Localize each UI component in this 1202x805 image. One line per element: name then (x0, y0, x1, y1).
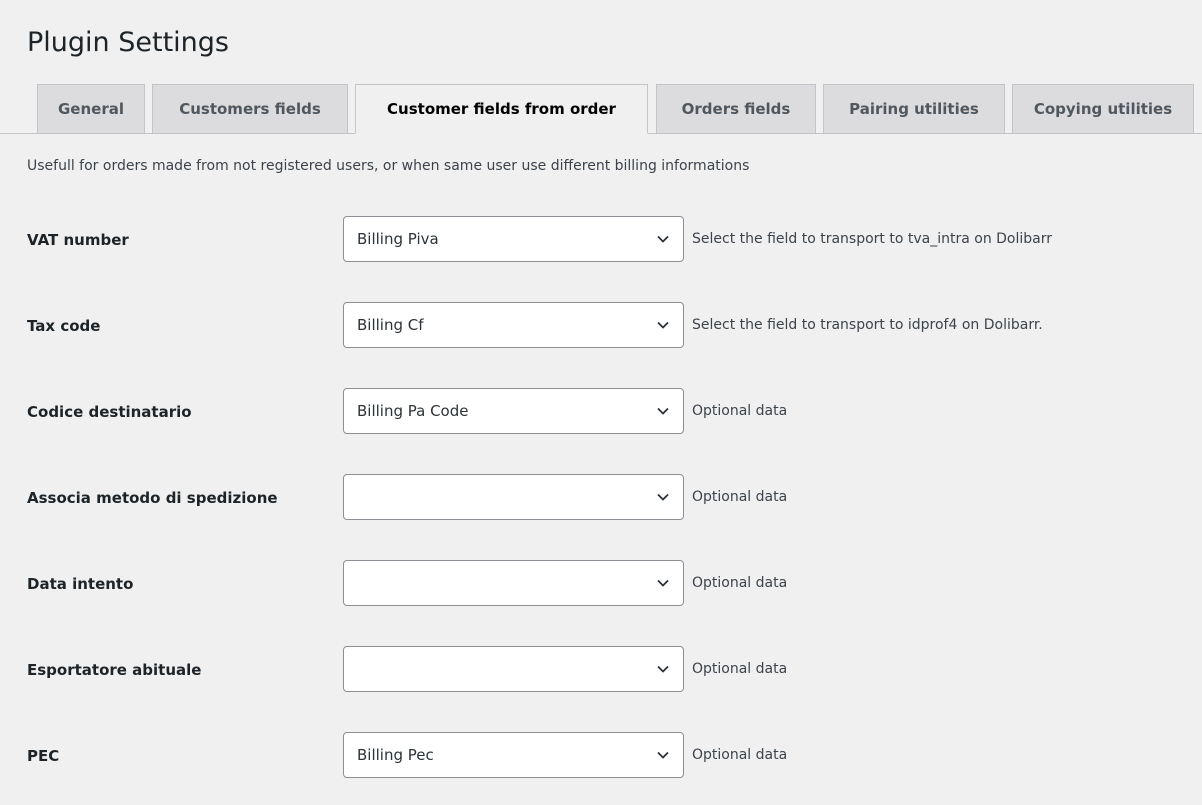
field-hint: Optional data (692, 403, 788, 419)
chevron-down-icon (657, 321, 669, 329)
tab-label: General (58, 100, 124, 118)
tab-label: Copying utilities (1033, 100, 1173, 118)
chevron-down-icon (657, 665, 669, 673)
field-row-tax-code: Tax code Billing Cf Select the field to … (0, 302, 1202, 362)
tax-code-select[interactable]: Billing Cf (343, 302, 684, 348)
chevron-down-icon (657, 235, 669, 243)
associa-metodo-di-spedizione-select[interactable] (343, 474, 684, 520)
settings-page: Plugin Settings General Customers fields… (0, 0, 1202, 805)
select-value: Billing Pec (357, 746, 434, 764)
field-label: Codice destinatario (27, 403, 192, 421)
section-description: Usefull for orders made from not registe… (27, 158, 750, 174)
chevron-down-icon (657, 579, 669, 587)
tab-bar: General Customers fields Customer fields… (0, 84, 1202, 134)
vat-number-select[interactable]: Billing Piva (343, 216, 684, 262)
select-value: Billing Piva (357, 230, 439, 248)
field-hint: Select the field to transport to tva_int… (692, 231, 1053, 247)
field-label: Esportatore abituale (27, 661, 202, 679)
tab-label: Pairing utilities (849, 100, 979, 118)
tab-customers-fields[interactable]: Customers fields (152, 84, 348, 133)
chevron-down-icon (657, 751, 669, 759)
tab-pairing-utilities[interactable]: Pairing utilities (823, 84, 1005, 133)
field-label: Data intento (27, 575, 134, 593)
field-label: PEC (27, 747, 60, 765)
field-hint: Optional data (692, 489, 788, 505)
tab-orders-fields[interactable]: Orders fields (656, 84, 816, 133)
field-label: VAT number (27, 231, 129, 249)
field-hint: Optional data (692, 661, 788, 677)
select-value: Billing Cf (357, 316, 424, 334)
chevron-down-icon (657, 407, 669, 415)
tab-label: Customers fields (179, 100, 321, 118)
field-hint: Optional data (692, 575, 788, 591)
field-row-data-intento: Data intento Optional data (0, 560, 1202, 620)
select-value: Billing Pa Code (357, 402, 469, 420)
data-intento-select[interactable] (343, 560, 684, 606)
tab-general[interactable]: General (37, 84, 145, 133)
field-row-pec: PEC Billing Pec Optional data (0, 732, 1202, 792)
field-row-codice-destinatario: Codice destinatario Billing Pa Code Opti… (0, 388, 1202, 448)
field-label: Tax code (27, 317, 101, 335)
chevron-down-icon (657, 493, 669, 501)
tab-copying-utilities[interactable]: Copying utilities (1012, 84, 1194, 133)
field-row-associa-metodo-di-spedizione: Associa metodo di spedizione Optional da… (0, 474, 1202, 534)
pec-select[interactable]: Billing Pec (343, 732, 684, 778)
page-title: Plugin Settings (27, 27, 229, 58)
tab-label: Orders fields (681, 100, 791, 118)
tab-customer-fields-from-order[interactable]: Customer fields from order (355, 84, 648, 134)
field-row-vat-number: VAT number Billing Piva Select the field… (0, 216, 1202, 276)
field-label: Associa metodo di spedizione (27, 489, 278, 507)
esportatore-abituale-select[interactable] (343, 646, 684, 692)
field-hint: Optional data (692, 747, 788, 763)
tab-label: Customer fields from order (387, 100, 616, 118)
field-hint: Select the field to transport to idprof4… (692, 317, 1043, 333)
field-row-esportatore-abituale: Esportatore abituale Optional data (0, 646, 1202, 706)
codice-destinatario-select[interactable]: Billing Pa Code (343, 388, 684, 434)
